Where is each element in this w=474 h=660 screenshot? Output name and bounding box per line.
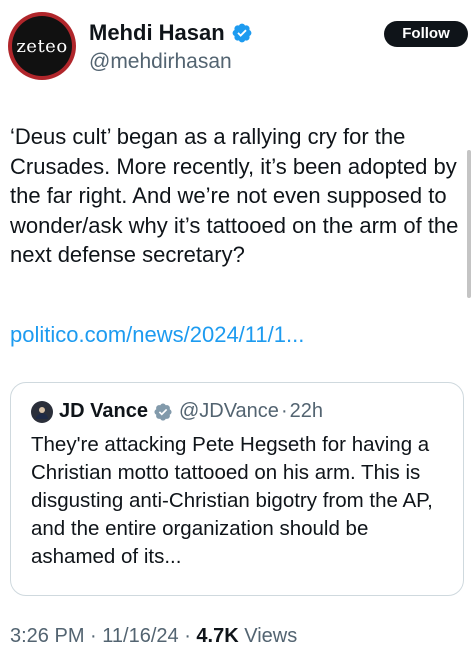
quote-author-handle: @JDVance [178,400,279,422]
government-verified-badge-icon [154,402,172,421]
tweet-date[interactable]: 11/16/24 [102,625,178,647]
quote-avatar [31,400,53,423]
meta-separator: · [178,625,197,647]
tweet-header: zeteo Mehdi Hasan @mehdirhasan Follow [0,0,474,100]
quote-text: They're attacking Pete Hegseth for havin… [31,433,433,568]
tweet-meta: 3:26 PM · 11/16/24 · 4.7K Views [10,625,297,648]
avatar-logo: zeteo [12,16,72,76]
views-count: 4.7K [196,625,239,647]
views-label: Views [238,625,298,647]
quote-time: 22h [289,400,323,422]
follow-button[interactable]: Follow [384,21,468,47]
scrollbar[interactable] [467,150,471,298]
quoted-tweet-card[interactable]: JD Vance @JDVance · 22h They're attackin… [10,382,464,596]
author-name-row: Mehdi Hasan [89,20,253,46]
meta-separator: · [84,625,103,647]
quote-separator: · [280,400,288,422]
quoted-tweet-header: JD Vance @JDVance · 22h [31,400,323,423]
avatar[interactable]: zeteo [8,12,76,80]
quote-author-name: JD Vance [59,400,148,422]
author-handle[interactable]: @mehdirhasan [89,50,232,74]
quote-avatar-person-icon [36,406,48,419]
tweet-time[interactable]: 3:26 PM [10,625,84,647]
avatar-logo-text: zeteo [16,35,68,57]
author-display-name[interactable]: Mehdi Hasan [89,20,225,46]
verified-badge-icon [232,23,252,43]
tweet-text: ‘Deus cult’ began as a rallying cry for … [10,124,459,267]
tweet-link[interactable]: politico.com/news/2024/11/1... [10,322,304,348]
